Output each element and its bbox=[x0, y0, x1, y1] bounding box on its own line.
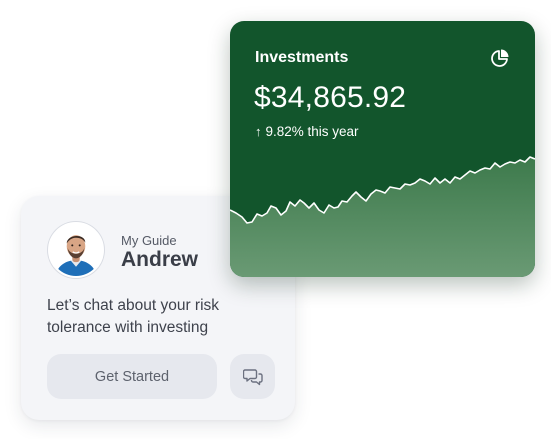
sparkline-area bbox=[230, 157, 535, 277]
avatar bbox=[48, 222, 104, 278]
investments-card[interactable]: Investments $34,865.92 ↑ 9.82% this year bbox=[230, 21, 535, 277]
avatar-photo-icon bbox=[50, 224, 102, 276]
pie-chart-icon[interactable] bbox=[490, 48, 510, 68]
widget-stage: My Guide Andrew Let’s chat about your ri… bbox=[0, 0, 551, 439]
investment-sparkline bbox=[230, 156, 535, 277]
portfolio-value: $34,865.92 bbox=[254, 81, 407, 114]
arrow-up-icon: ↑ bbox=[255, 124, 262, 139]
chat-button[interactable] bbox=[230, 354, 275, 399]
investments-title: Investments bbox=[255, 49, 349, 66]
guide-name: Andrew bbox=[121, 248, 199, 271]
yearly-change-label: 9.82% this year bbox=[265, 124, 359, 139]
guide-message: Let’s chat about your risk tolerance wit… bbox=[47, 297, 220, 336]
yearly-change: ↑ 9.82% this year bbox=[255, 124, 359, 139]
chat-bubbles-icon bbox=[242, 368, 263, 385]
get-started-button[interactable]: Get Started bbox=[47, 354, 217, 399]
guide-kicker: My Guide bbox=[121, 233, 177, 248]
